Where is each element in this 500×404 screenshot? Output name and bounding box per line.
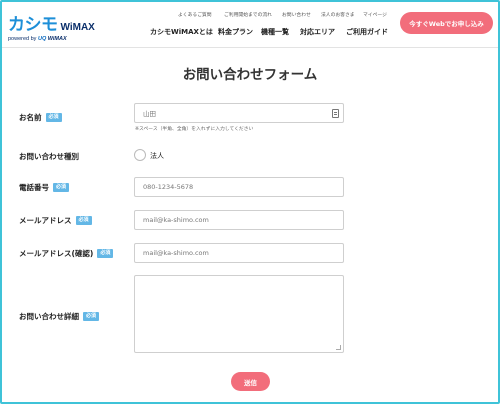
logo-powered-by: powered by UQ WiMAX: [8, 36, 67, 42]
phone-label: 電話番号 必須: [19, 182, 70, 193]
util-link-business[interactable]: 法人のお客さま: [321, 11, 363, 18]
util-link-mypage[interactable]: マイページ: [363, 11, 393, 18]
submit-button[interactable]: 送信: [231, 372, 270, 391]
utility-nav: よくあるご質問 ご利用開始までの流れ お問い合わせ 法人のお客さま マイページ: [178, 11, 393, 18]
main-nav: カシモWiMAXとは 料金プラン 機種一覧 対応エリア ご利用ガイド: [150, 27, 396, 37]
autofill-icon[interactable]: [332, 109, 339, 118]
required-badge: 必須: [83, 312, 100, 321]
email-label: メールアドレス 必須: [19, 215, 92, 226]
inquiry-type-option-label[interactable]: 法人: [150, 151, 164, 161]
email-input[interactable]: mail@ka-shimo.com: [134, 210, 344, 230]
details-textarea[interactable]: [134, 275, 344, 353]
nav-item-guide[interactable]: ご利用ガイド: [346, 27, 396, 37]
apply-online-button[interactable]: 今すぐWebでお申し込み: [400, 12, 493, 34]
email-confirm-input[interactable]: mail@ka-shimo.com: [134, 243, 344, 263]
name-input[interactable]: 山田: [134, 103, 344, 123]
site-logo[interactable]: カシモ WiMAX powered by UQ WiMAX: [8, 10, 95, 42]
nav-item-area[interactable]: 対応エリア: [300, 27, 346, 37]
resize-handle-icon[interactable]: [336, 345, 341, 350]
phone-input[interactable]: 080-1234-5678: [134, 177, 344, 197]
required-badge: 必須: [97, 249, 114, 258]
util-link-contact[interactable]: お問い合わせ: [282, 11, 321, 18]
required-badge: 必須: [45, 113, 62, 122]
util-link-faq[interactable]: よくあるご質問: [178, 11, 224, 18]
nav-item-devices[interactable]: 機種一覧: [261, 27, 300, 37]
inquiry-type-label: お問い合わせ種別: [19, 152, 79, 161]
site-header: カシモ WiMAX powered by UQ WiMAX よくあるご質問 ご利…: [0, 0, 500, 48]
logo-brand-text: カシモ: [8, 15, 58, 35]
email-confirm-label: メールアドレス(確認) 必須: [19, 248, 114, 259]
required-badge: 必須: [53, 183, 70, 192]
nav-item-about[interactable]: カシモWiMAXとは: [150, 27, 218, 37]
name-label: お名前 必須: [19, 112, 62, 123]
logo-product-text: WiMAX: [60, 22, 95, 33]
nav-item-pricing[interactable]: 料金プラン: [218, 27, 261, 37]
details-label: お問い合わせ詳細 必須: [19, 311, 100, 322]
page-title: お問い合わせフォーム: [182, 67, 318, 83]
name-hint: ※スペース（半角、全角）を入れずに入力してください: [135, 127, 254, 132]
inquiry-type-radio-business[interactable]: [134, 149, 146, 161]
required-badge: 必須: [75, 216, 92, 225]
util-link-flow[interactable]: ご利用開始までの流れ: [224, 11, 282, 18]
